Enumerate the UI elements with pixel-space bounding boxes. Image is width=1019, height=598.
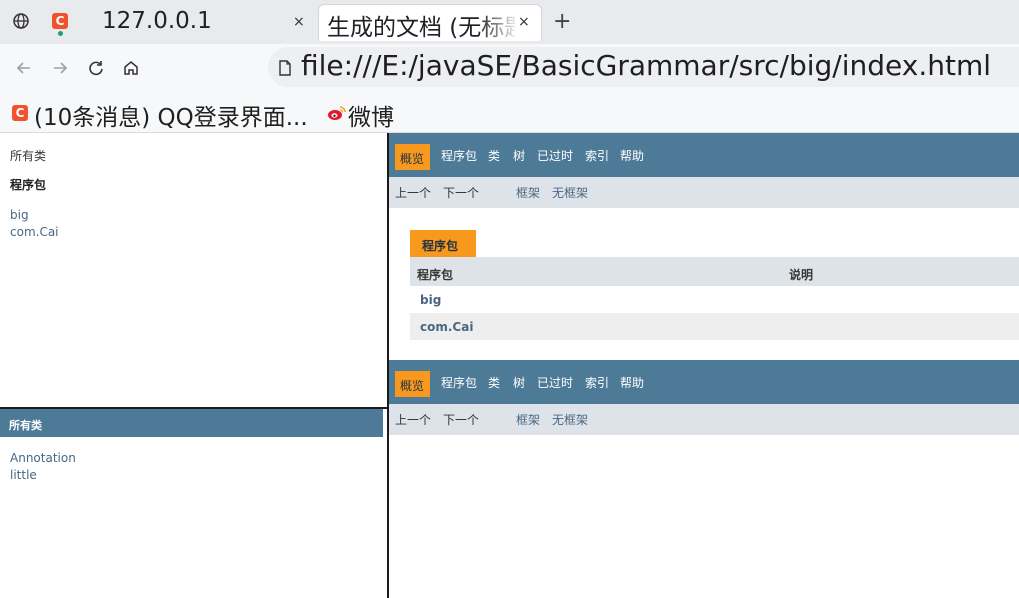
all-classes-link[interactable]: 所有类 [10, 147, 46, 164]
browser-toolbar: file:///E:/javaSE/BasicGrammar/src/big/i… [0, 44, 1019, 94]
nav-help-link[interactable]: 帮助 [620, 374, 644, 391]
next-label: 下一个 [443, 413, 480, 427]
nav-deprecated-link[interactable]: 已过时 [537, 147, 573, 164]
nav-tree-link[interactable]: 树 [513, 147, 525, 164]
top-navbar: 概览 程序包 类 树 已过时 索引 帮助 [389, 133, 1019, 177]
address-bar[interactable]: file:///E:/javaSE/BasicGrammar/src/big/i… [268, 47, 1019, 87]
bookmarks-bar: C (10条消息) QQ登录界面... 微博 [0, 94, 1019, 133]
package-link-com-cai[interactable]: com.Cai [10, 224, 59, 241]
next-label: 下一个 [443, 186, 480, 200]
package-list-frame: 所有类 程序包 big com.Cai [0, 133, 387, 407]
nav-package-link[interactable]: 程序包 [441, 147, 477, 164]
tab-1-close-button[interactable]: × [293, 14, 305, 30]
prev-label: 上一个 [395, 186, 432, 200]
top-subnav: 上一个 下一个 框架 无框架 [389, 177, 1019, 208]
nav-package-link[interactable]: 程序包 [441, 374, 477, 391]
nav-overview-active: 概览 [395, 144, 430, 170]
nav-index-link[interactable]: 索引 [585, 147, 609, 164]
bottom-subnav: 上一个 下一个 框架 无框架 [389, 404, 1019, 435]
tab-1-title[interactable]: 127.0.0.1 [102, 8, 212, 34]
reload-icon[interactable] [86, 58, 106, 78]
package-table-header: 程序包 说明 [410, 257, 1019, 286]
tab-strip: C 127.0.0.1 × 生成的文档 (无标题) × + [0, 0, 1019, 44]
nav-tree-link[interactable]: 树 [513, 374, 525, 391]
overview-frame: 概览 程序包 类 树 已过时 索引 帮助 上一个 下一个 框架 无框架 程序包 … [389, 133, 1019, 598]
javadoc-frameset: 所有类 程序包 big com.Cai 所有类 Annotation littl… [0, 133, 1019, 598]
nav-index-link[interactable]: 索引 [585, 374, 609, 391]
bottom-navbar: 概览 程序包 类 树 已过时 索引 帮助 [389, 360, 1019, 404]
all-classes-bar: 所有类 [0, 409, 383, 437]
no-frames-link[interactable]: 无框架 [552, 184, 588, 201]
tab-2-active[interactable]: 生成的文档 (无标题) × [318, 4, 542, 41]
frames-link[interactable]: 框架 [516, 411, 540, 428]
package-table-caption: 程序包 [410, 230, 476, 257]
back-icon[interactable] [14, 58, 34, 78]
csdn-favicon-icon: C [12, 105, 28, 121]
nav-class-link[interactable]: 类 [488, 147, 500, 164]
all-classes-heading: 所有类 [9, 419, 42, 432]
tab-favicon-icon: C [52, 13, 68, 29]
tab-2-close-button[interactable]: × [518, 14, 530, 30]
nav-overview-active: 概览 [395, 371, 430, 397]
file-icon[interactable] [278, 60, 292, 76]
nav-class-link[interactable]: 类 [488, 374, 500, 391]
bookmark-qq-login[interactable]: (10条消息) QQ登录界面... [34, 98, 308, 132]
package-row-link-big[interactable]: big [420, 293, 441, 307]
prev-label: 上一个 [395, 413, 432, 427]
packages-heading: 程序包 [10, 178, 47, 192]
nav-help-link[interactable]: 帮助 [620, 147, 644, 164]
table-row: com.Cai [410, 313, 1019, 340]
weibo-icon [328, 106, 346, 120]
package-link-big[interactable]: big [10, 207, 29, 224]
frames-link[interactable]: 框架 [516, 184, 540, 201]
bookmark-weibo[interactable]: 微博 [348, 98, 394, 132]
no-frames-link[interactable]: 无框架 [552, 411, 588, 428]
new-tab-button[interactable]: + [553, 9, 571, 34]
class-list-frame: 所有类 Annotation little [0, 409, 387, 598]
tab-audio-indicator-icon [58, 31, 63, 36]
url-text[interactable]: file:///E:/javaSE/BasicGrammar/src/big/i… [301, 49, 991, 82]
column-header-package: 程序包 [417, 268, 454, 282]
package-row-link-com-cai[interactable]: com.Cai [420, 320, 473, 334]
home-icon[interactable] [121, 58, 141, 78]
class-link-annotation[interactable]: Annotation [10, 450, 76, 467]
globe-icon[interactable] [12, 12, 30, 30]
class-link-little[interactable]: little [10, 467, 37, 484]
forward-icon[interactable] [50, 58, 70, 78]
nav-deprecated-link[interactable]: 已过时 [537, 374, 573, 391]
table-row: big [410, 286, 1019, 313]
column-header-description: 说明 [789, 268, 814, 282]
